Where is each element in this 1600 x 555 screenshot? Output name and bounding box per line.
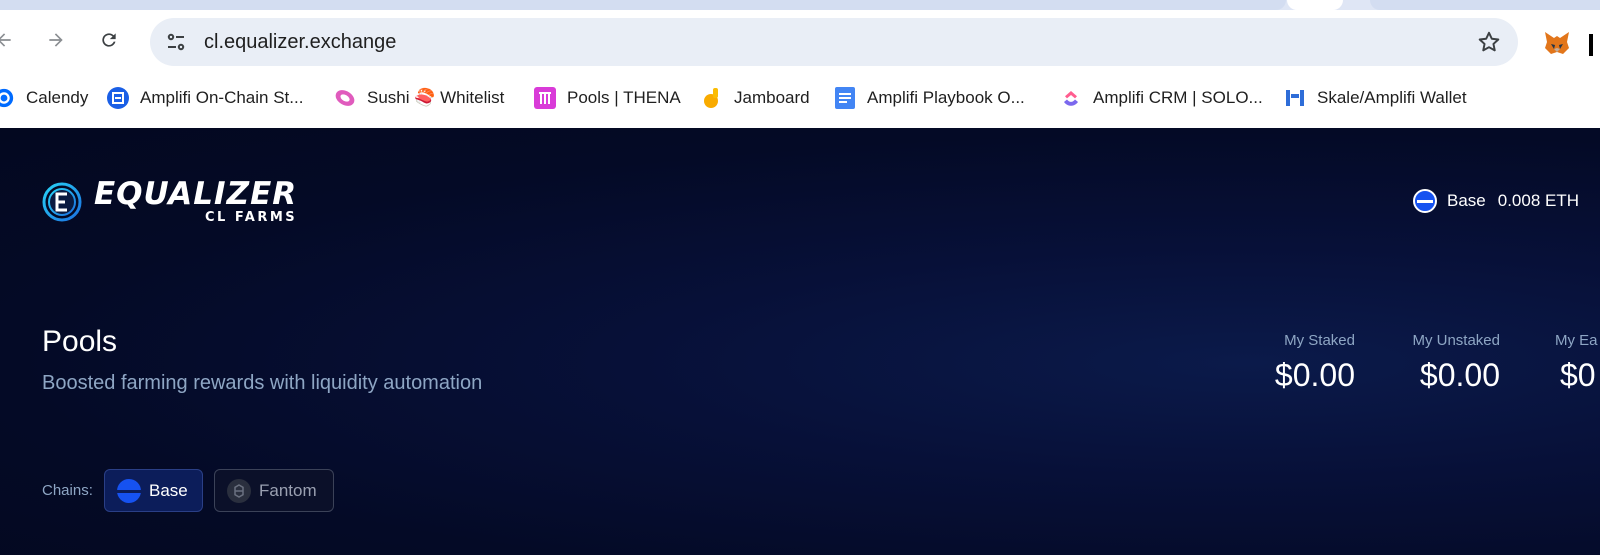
stat-my-unstaked: My Unstaked $0.00 — [1412, 332, 1500, 394]
bookmark-item[interactable]: Pools | THENA — [533, 86, 681, 110]
site-info-icon[interactable] — [164, 30, 188, 54]
chain-filter-base[interactable]: Base — [104, 469, 203, 512]
reload-button[interactable] — [93, 24, 125, 56]
browser-tab-active[interactable] — [1287, 0, 1343, 10]
chain-label: Fantom — [259, 480, 317, 500]
bookmark-label: Pools | THENA — [567, 88, 681, 107]
forward-arrow-icon — [49, 33, 63, 47]
logo-subtitle: CL FARMS — [205, 210, 298, 225]
bookmarks-bar: Calendy Amplifi On-Chain St... Sushi 🍣 W… — [0, 70, 1600, 128]
base-chain-icon — [117, 478, 141, 503]
equalizer-page: EQUALIZER CL FARMS Base 0.008 ETH Pools … — [0, 128, 1600, 555]
base-network-icon — [1413, 189, 1437, 213]
chains-label: Chains: — [42, 482, 93, 499]
reload-icon — [102, 33, 116, 47]
stat-my-staked: My Staked $0.00 — [1275, 332, 1355, 394]
bookmark-item[interactable]: Sushi 🍣 Whitelist — [333, 86, 504, 110]
bookmark-label: Amplifi On-Chain St... — [140, 88, 304, 107]
bookmark-label: Sushi 🍣 Whitelist — [367, 88, 505, 107]
browser-tab[interactable] — [1370, 0, 1600, 10]
amplifi-icon — [106, 86, 130, 110]
bookmark-label: Skale/Amplifi Wallet — [1317, 88, 1467, 107]
equalizer-logo[interactable]: EQUALIZER CL FARMS — [42, 179, 297, 225]
wallet-status[interactable]: Base 0.008 ETH — [1413, 189, 1579, 213]
tab-strip — [0, 0, 1600, 10]
equalizer-logo-icon — [42, 182, 82, 222]
browser-tab[interactable] — [0, 0, 1286, 10]
chain-filter-fantom[interactable]: Fantom — [214, 469, 334, 512]
forward-button[interactable] — [40, 24, 72, 56]
address-bar[interactable]: cl.equalizer.exchange — [150, 18, 1518, 66]
stat-label: My Staked — [1284, 332, 1355, 349]
clickup-icon — [1059, 86, 1083, 110]
skale-icon — [1283, 86, 1307, 110]
page-subtitle: Boosted farming rewards with liquidity a… — [42, 372, 483, 394]
url-text[interactable]: cl.equalizer.exchange — [204, 31, 396, 54]
bookmark-item[interactable]: Jamboard — [700, 86, 810, 110]
bookmark-item[interactable]: Amplifi CRM | SOLO... — [1059, 86, 1263, 110]
calendly-icon — [0, 86, 16, 110]
wallet-balance: 0.008 ETH — [1497, 191, 1580, 210]
toolbar-overflow-edge — [1589, 34, 1593, 56]
page-title: Pools — [42, 325, 118, 358]
fantom-chain-icon — [227, 478, 251, 503]
browser-toolbar: cl.equalizer.exchange — [0, 10, 1600, 70]
chain-label: Base — [149, 480, 188, 500]
bookmark-label: Amplifi CRM | SOLO... — [1093, 88, 1263, 107]
bookmark-item[interactable]: Calendy — [0, 86, 88, 110]
stat-value: $0.00 — [1274, 357, 1355, 393]
bookmark-label: Jamboard — [734, 88, 810, 107]
bookmark-item[interactable]: Amplifi On-Chain St... — [106, 86, 303, 110]
bookmark-item[interactable]: Amplifi Playbook O... — [833, 86, 1025, 110]
stat-value: $0.00 — [1419, 357, 1500, 393]
metamask-extension-icon[interactable] — [1543, 30, 1571, 56]
bookmark-label: Calendy — [26, 88, 89, 107]
stat-my-earned: My Ea $0 — [1555, 332, 1598, 394]
logo-wordmark: EQUALIZER — [94, 176, 298, 212]
thena-icon — [533, 86, 557, 110]
sushi-icon — [333, 86, 357, 110]
wallet-network: Base — [1447, 191, 1486, 210]
back-button[interactable] — [0, 24, 20, 56]
bookmark-star-icon[interactable] — [1476, 29, 1502, 55]
jamboard-icon — [700, 86, 724, 110]
back-arrow-icon — [0, 33, 11, 47]
stat-label: My Unstaked — [1412, 332, 1500, 349]
bookmark-label: Amplifi Playbook O... — [867, 88, 1025, 107]
bookmark-item[interactable]: Skale/Amplifi Wallet — [1283, 86, 1467, 110]
stat-value: $0 — [1560, 357, 1596, 393]
stat-label: My Ea — [1555, 332, 1598, 349]
docs-icon — [833, 86, 857, 110]
